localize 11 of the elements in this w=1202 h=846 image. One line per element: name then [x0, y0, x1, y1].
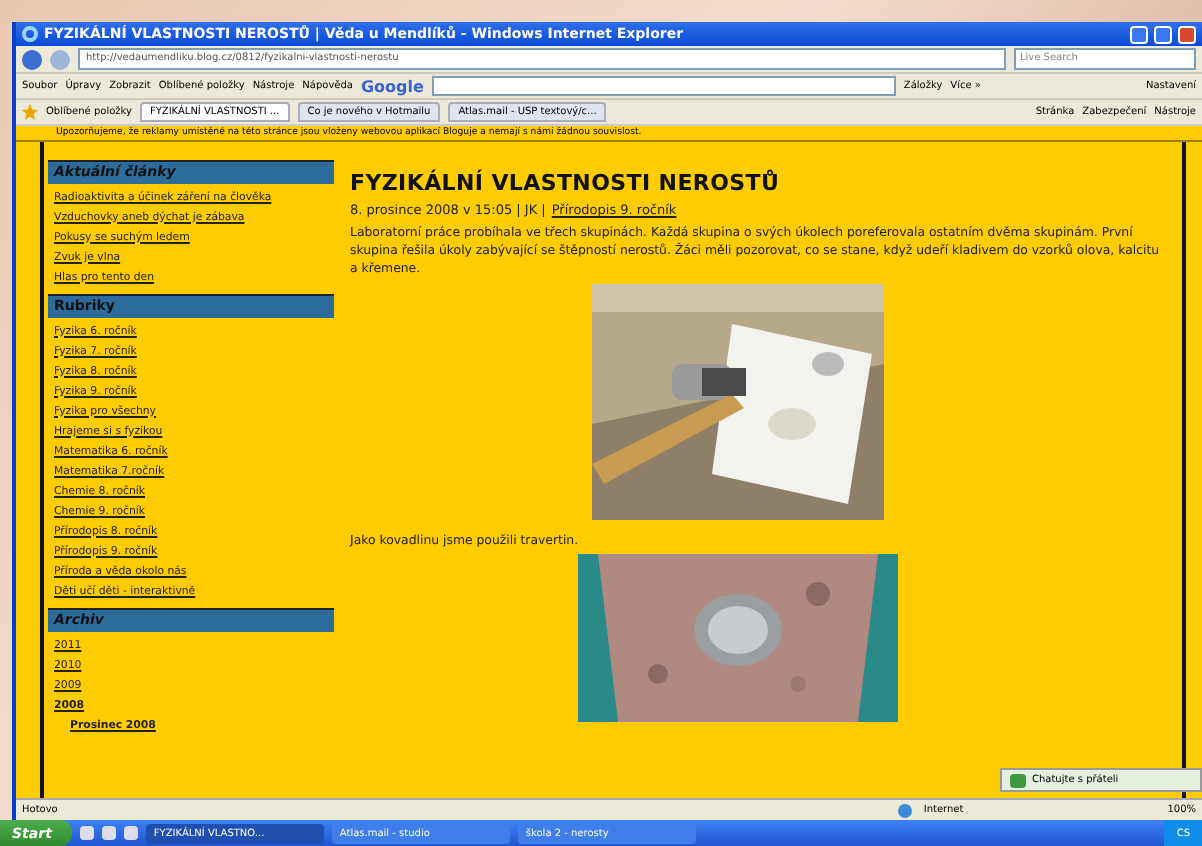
article-title: FYZIKÁLNÍ VLASTNOSTI NEROSTŮ [350, 170, 782, 196]
browser-logo-icon [22, 26, 38, 42]
google-logo: Google [360, 77, 424, 95]
maximize-button[interactable] [1154, 25, 1172, 43]
globe-icon [897, 803, 912, 817]
back-button[interactable] [22, 49, 42, 69]
chat-icon [1010, 773, 1026, 787]
close-button[interactable] [1178, 25, 1196, 43]
google-search-field[interactable] [431, 76, 896, 96]
star-icon [22, 104, 38, 120]
minimize-button[interactable] [1130, 25, 1148, 43]
